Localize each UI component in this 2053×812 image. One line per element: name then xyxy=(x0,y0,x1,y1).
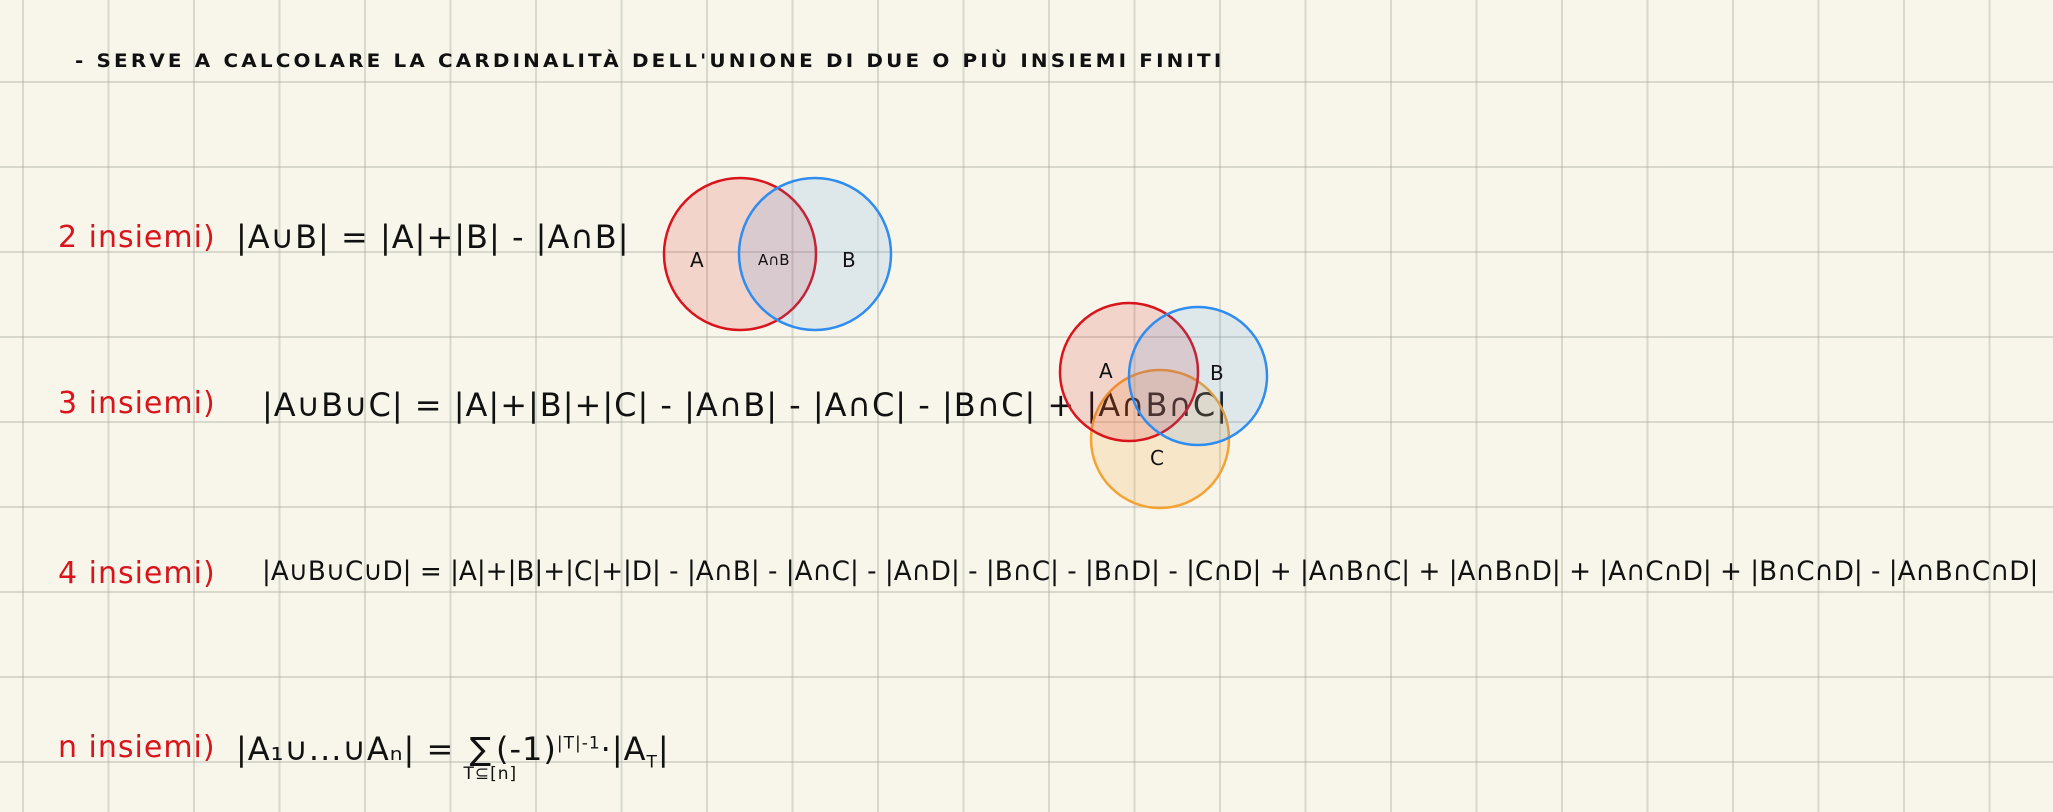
case-label-n: n insiemi) xyxy=(58,730,216,765)
formula-n-lhs: |A₁∪...∪Aₙ| = xyxy=(236,730,455,768)
case-label-2: 2 insiemi) xyxy=(58,220,216,255)
exponent: |T|-1 xyxy=(556,733,601,754)
summation: ∑ T⊆[n] xyxy=(463,730,516,784)
formula-n-sets: |A₁∪...∪Aₙ| = ∑ T⊆[n] (-1)|T|-1·|AT| xyxy=(236,730,670,784)
formula-3-sets: |A∪B∪C| = |A|+|B|+|C| - |A∩B| - |A∩C| - … xyxy=(262,386,1228,424)
formula-4-sets: |A∪B∪C∪D| = |A|+|B|+|C|+|D| - |A∩B| - |A… xyxy=(262,556,2039,587)
venn-2-sets: A A∩B B xyxy=(662,176,893,332)
intersection-term: ·|A xyxy=(600,730,647,768)
closing-bar: | xyxy=(657,730,670,768)
venn2-label-ab: A∩B xyxy=(758,251,790,269)
summation-symbol: ∑ xyxy=(469,730,492,768)
intersection-subscript: T xyxy=(646,752,658,773)
formula-2-sets: |A∪B| = |A|+|B| - |A∩B| xyxy=(236,218,630,256)
venn2-label-a: A xyxy=(690,248,704,272)
venn3-label-c: C xyxy=(1150,446,1164,470)
intro-text: - SERVE A CALCOLARE LA CARDINALITÀ DELL'… xyxy=(75,50,1225,72)
case-label-4: 4 insiemi) xyxy=(58,556,216,591)
sign-term: (-1) xyxy=(496,730,557,768)
set-b-circle xyxy=(1127,305,1269,447)
summation-index: T⊆[n] xyxy=(463,764,518,784)
set-a-circle xyxy=(662,176,818,332)
set-b-circle xyxy=(737,176,893,332)
case-label-3: 3 insiemi) xyxy=(58,386,216,421)
venn2-label-b: B xyxy=(842,248,856,272)
venn3-label-a: A xyxy=(1099,359,1113,383)
venn3-label-b: B xyxy=(1210,361,1224,385)
